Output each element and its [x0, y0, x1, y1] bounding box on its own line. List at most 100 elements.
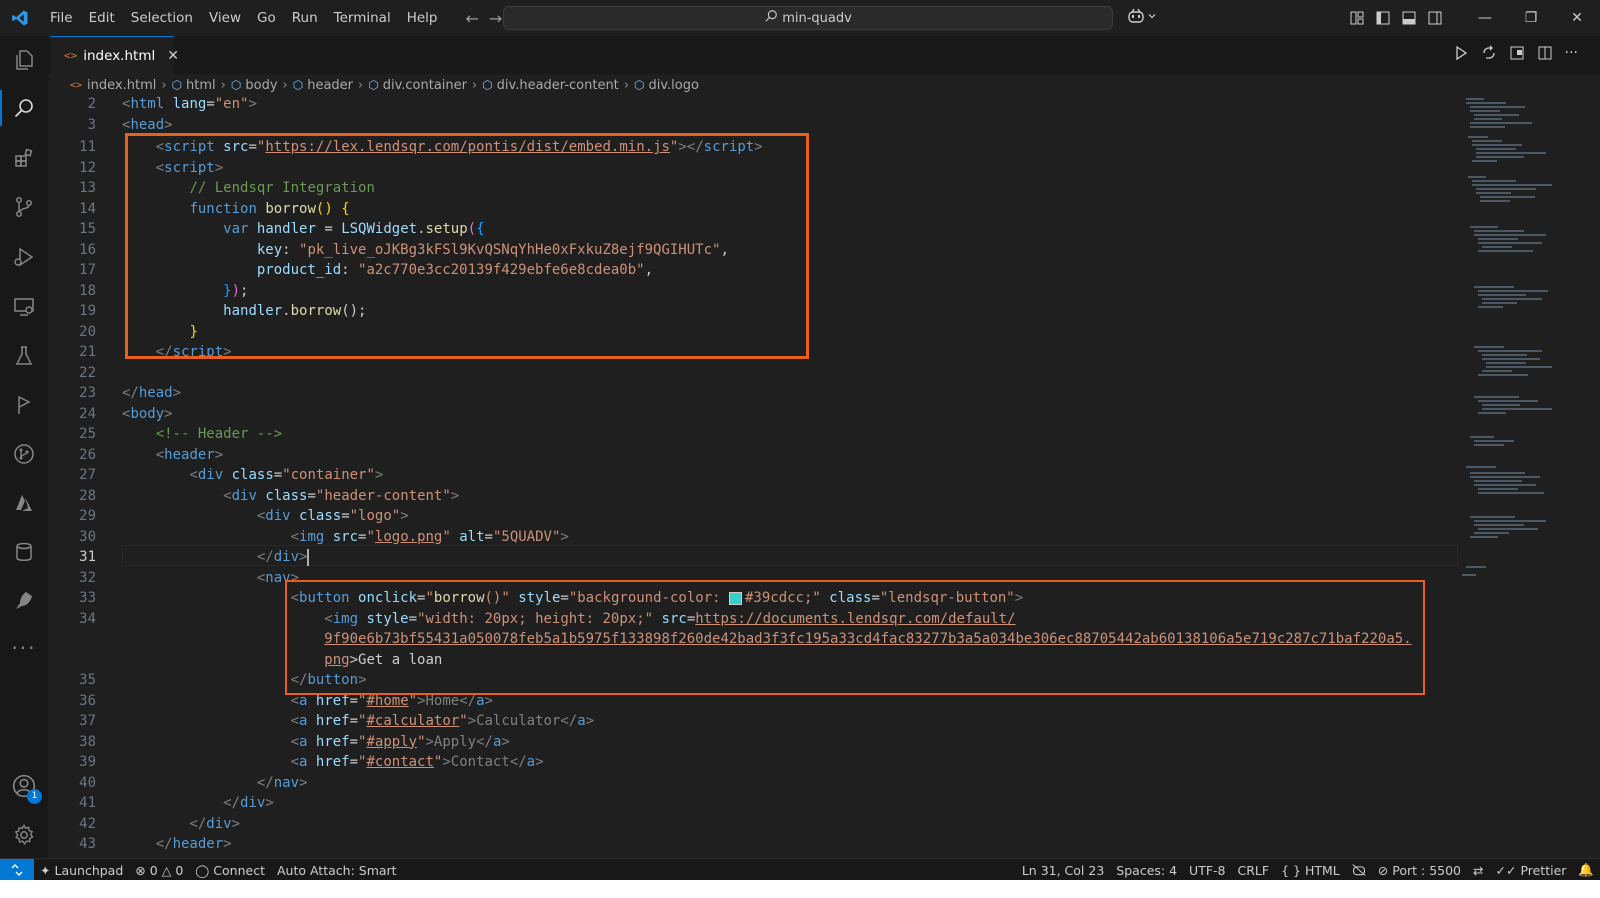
menu-bar: File Edit Selection View Go Run Terminal…	[42, 0, 445, 36]
chevron-right-icon: ›	[220, 77, 226, 93]
check-icon: ✓✓	[1495, 862, 1517, 878]
menu-view[interactable]: View	[201, 0, 249, 36]
vscode-logo-icon	[2, 0, 38, 36]
source-control-icon[interactable]	[0, 183, 48, 231]
chevron-right-icon: ›	[282, 77, 288, 93]
testing-icon[interactable]	[0, 332, 48, 380]
code-line: 43 </header>	[79, 836, 232, 852]
github-pr-icon[interactable]	[0, 430, 48, 478]
breadcrumb-item-logo[interactable]: ⬡ div.logo	[634, 78, 699, 93]
back-arrow-icon[interactable]: ←	[465, 9, 478, 28]
menu-file[interactable]: File	[42, 0, 81, 36]
breadcrumb: <> index.html › ⬡ html › ⬡ body › ⬡ header ›…	[48, 74, 1600, 96]
end-of-line[interactable]: CRLF	[1232, 863, 1276, 878]
tab-label: index.html	[83, 47, 156, 64]
menu-help[interactable]: Help	[399, 0, 446, 36]
minimap[interactable]	[1458, 96, 1558, 596]
code-line: 29 <div class="logo">	[79, 508, 409, 524]
forward-arrow-icon[interactable]: →	[489, 9, 502, 28]
menu-selection[interactable]: Selection	[123, 0, 201, 36]
run-debug-icon[interactable]	[0, 233, 48, 281]
nav-link-href[interactable]: #contact	[366, 754, 433, 770]
code-line: 25 <!-- Header -->	[79, 426, 283, 442]
copilot-button[interactable]	[1127, 8, 1157, 24]
bottom-margin	[0, 880, 1600, 898]
more-actions-icon[interactable]: ···	[1565, 45, 1578, 65]
menu-run[interactable]: Run	[284, 0, 326, 36]
minimize-icon[interactable]: —	[1462, 0, 1508, 36]
close-tab-icon[interactable]: ✕	[167, 48, 179, 64]
compare-changes-icon[interactable]	[1481, 45, 1497, 65]
chevron-right-icon: ›	[471, 77, 478, 93]
highlight-box-script	[125, 133, 809, 359]
problems-item[interactable]: ⊗ 0 △ 0	[129, 863, 189, 878]
code-line: 24 <body>	[79, 405, 173, 422]
code-line: 26 <header>	[79, 446, 224, 463]
element-icon: ⬡	[292, 78, 304, 92]
database-icon[interactable]	[0, 528, 48, 576]
menu-go[interactable]: Go	[249, 0, 284, 36]
command-center-search[interactable]: min-quadv	[503, 6, 1113, 30]
rocket-icon: ✦	[40, 862, 51, 878]
breadcrumb-item-header[interactable]: ⬡ header	[293, 78, 353, 93]
toggle-panel-icon[interactable]	[1400, 9, 1418, 27]
breadcrumb-item-header-content[interactable]: ⬡ div.header-content	[482, 78, 619, 93]
copilot-status-icon[interactable]	[1346, 863, 1372, 877]
live-server-port[interactable]: ⊘ Port : 5500	[1372, 863, 1467, 878]
nav-link-href[interactable]: #calculator	[366, 713, 459, 729]
menu-terminal[interactable]: Terminal	[326, 0, 399, 36]
code-line: 2 <html lang="en">	[87, 96, 257, 112]
ai-toolkit-icon[interactable]	[0, 381, 48, 429]
language-mode[interactable]: { } HTML	[1275, 863, 1346, 878]
cursor-position[interactable]: Ln 31, Col 23	[1016, 863, 1110, 878]
code-line: 30 <img src="logo.png" alt="5QUADV">	[79, 528, 569, 545]
run-file-icon[interactable]	[1453, 45, 1469, 65]
menu-edit[interactable]: Edit	[81, 0, 123, 36]
chevron-right-icon: ›	[161, 77, 167, 93]
more-views-icon[interactable]: ···	[0, 624, 48, 672]
connect-item[interactable]: ◯ Connect	[189, 863, 271, 878]
remote-indicator-icon[interactable]	[0, 859, 34, 881]
breadcrumb-item-body[interactable]: ⬡ body	[231, 78, 278, 93]
accounts-icon[interactable]: 1	[0, 762, 48, 810]
settings-gear-icon[interactable]	[0, 811, 48, 859]
launchpad-item[interactable]: ✦ Launchpad	[34, 863, 129, 878]
remote-explorer-icon[interactable]	[0, 283, 48, 331]
tab-index-html[interactable]: <> index.html ✕	[50, 36, 179, 74]
code-line: 31 </div>	[79, 548, 310, 566]
element-icon: ⬡	[230, 78, 242, 92]
search-view-icon[interactable]	[0, 84, 48, 132]
explorer-icon[interactable]	[0, 36, 48, 84]
close-window-icon[interactable]: ✕	[1554, 0, 1600, 36]
text-cursor	[307, 548, 310, 566]
customize-layout-icon[interactable]	[1348, 9, 1366, 27]
code-line: 40 </nav>	[79, 774, 308, 791]
toggle-primary-sidebar-icon[interactable]	[1374, 9, 1392, 27]
vertical-scrollbar[interactable]	[1586, 96, 1600, 876]
open-preview-icon[interactable]	[1509, 45, 1525, 65]
element-icon: ⬡	[634, 78, 645, 92]
chevron-down-icon	[1148, 14, 1156, 19]
toggle-secondary-sidebar-icon[interactable]	[1426, 9, 1444, 27]
nav-link-href[interactable]: #apply	[366, 734, 417, 750]
chevron-right-icon: ›	[623, 77, 629, 93]
sync-icon[interactable]: ⇄	[1467, 863, 1489, 878]
copilot-icon	[1128, 8, 1144, 23]
breadcrumb-item-container[interactable]: ⬡ div.container	[368, 78, 467, 93]
split-editor-icon[interactable]	[1537, 45, 1553, 65]
auto-attach-item[interactable]: Auto Attach: Smart	[271, 863, 403, 878]
indentation[interactable]: Spaces: 4	[1110, 863, 1183, 878]
prettier-item[interactable]: ✓✓ Prettier	[1489, 863, 1572, 878]
azure-icon[interactable]	[0, 479, 48, 527]
restore-icon[interactable]: ❐	[1508, 0, 1554, 36]
search-text: min-quadv	[782, 10, 852, 26]
notifications-bell-icon[interactable]: 🔔	[1572, 862, 1600, 878]
breadcrumb-item-file[interactable]: <> index.html	[70, 78, 156, 93]
extensions-icon[interactable]	[0, 134, 48, 182]
extension-sidebar-icon[interactable]	[0, 577, 48, 625]
code-line: 22	[79, 364, 96, 381]
logo-src-link[interactable]: logo.png	[375, 529, 442, 545]
encoding[interactable]: UTF-8	[1183, 863, 1231, 878]
breadcrumb-item-html[interactable]: ⬡ html	[172, 78, 216, 93]
accounts-badge: 1	[27, 789, 42, 804]
